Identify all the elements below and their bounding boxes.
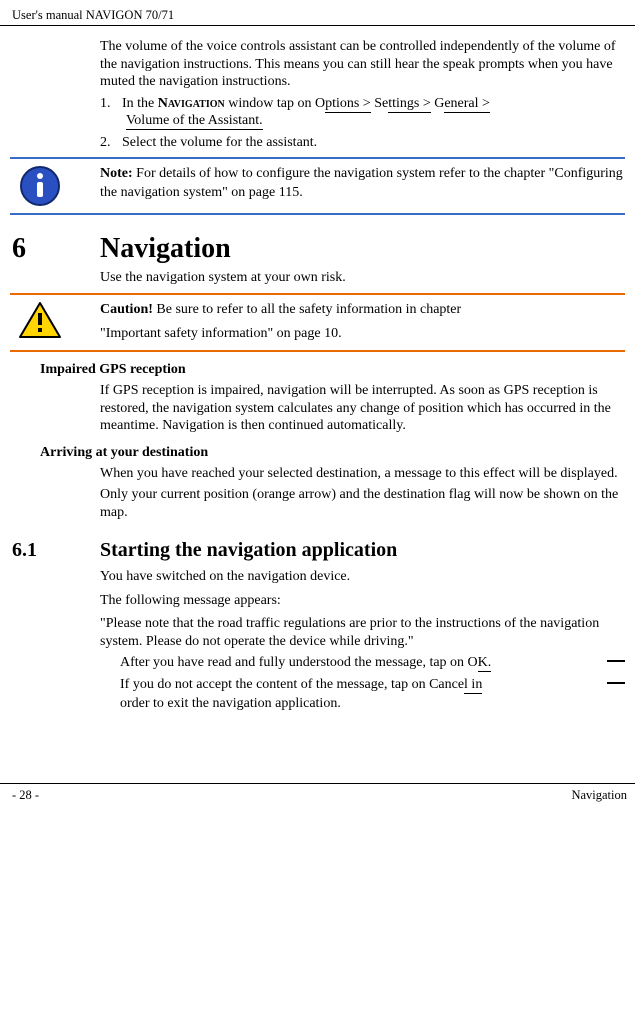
caution-icon <box>10 301 70 339</box>
note-icon <box>10 165 70 207</box>
manual-title: User's manual NAVIGON 70/71 <box>12 8 174 22</box>
chapter-intro: Use the navigation system at your own ri… <box>100 269 627 287</box>
section-p3: "Please note that the road traffic regul… <box>100 615 627 650</box>
settings-link[interactable]: ttings > <box>388 96 431 113</box>
section-number: 6.1 <box>12 539 100 562</box>
divider <box>10 350 625 352</box>
page-header: User's manual NAVIGON 70/71 <box>0 8 635 26</box>
list-marker <box>607 660 625 662</box>
gps-para: If GPS reception is impaired, navigation… <box>100 382 627 435</box>
chapter-number: 6 <box>12 233 100 265</box>
divider <box>10 293 625 295</box>
action-ok: After you have read and fully understood… <box>120 654 625 672</box>
options-link[interactable]: ptions > <box>325 96 371 113</box>
note-label: Note: <box>100 166 133 181</box>
general-link[interactable]: eneral > <box>444 96 490 113</box>
section-p2: The following message appears: <box>100 592 627 610</box>
section-title: Starting the navigation application <box>100 539 397 561</box>
action-cancel: If you do not accept the content of the … <box>120 676 625 712</box>
page-number: - 28 - <box>12 788 39 803</box>
gps-subhead: Impaired GPS reception <box>40 362 627 378</box>
section-p1: You have switched on the navigation devi… <box>100 568 627 586</box>
step-1: 1.In the Navigation window tap on Option… <box>100 95 627 130</box>
step-2: 2.Select the volume for the assistant. <box>100 134 627 152</box>
navigation-window-label: Navigation <box>158 96 225 111</box>
page-footer: - 28 - Navigation <box>0 783 635 811</box>
caution-callout: Caution! Be sure to refer to all the saf… <box>10 301 625 345</box>
note-text: For details of how to configure the navi… <box>100 166 623 200</box>
intro-steps: 1.In the Navigation window tap on Option… <box>100 95 627 152</box>
divider <box>10 157 625 159</box>
arrive-subhead: Arriving at your destination <box>40 445 627 461</box>
section-heading: 6.1Starting the navigation application <box>12 539 635 562</box>
action-list: After you have read and fully understood… <box>120 654 625 713</box>
chapter-heading: 6Navigation <box>12 233 635 265</box>
cancel-button-ref[interactable]: l in <box>464 677 482 694</box>
arrive-p1: When you have reached your selected dest… <box>100 465 627 483</box>
arrive-p2: Only your current position (orange arrow… <box>100 486 627 521</box>
note-callout: Note: For details of how to configure th… <box>10 165 625 207</box>
chapter-title: Navigation <box>100 233 231 264</box>
footer-section: Navigation <box>571 788 627 803</box>
intro-paragraph: The volume of the voice controls assista… <box>100 38 627 91</box>
divider <box>10 213 625 215</box>
volume-assistant-link[interactable]: Volume of the Assistant. <box>126 113 263 130</box>
caution-label: Caution! <box>100 302 153 317</box>
list-marker <box>607 682 625 684</box>
ok-button-ref[interactable]: K. <box>478 655 492 672</box>
